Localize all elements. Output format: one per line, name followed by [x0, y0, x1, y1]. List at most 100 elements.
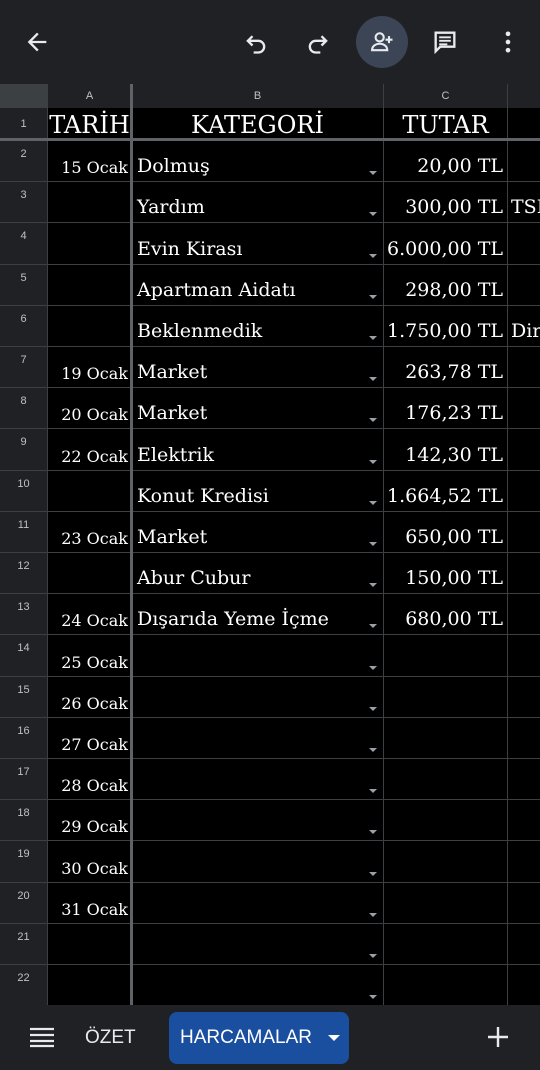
cell-a8[interactable]: 20 Ocak	[47, 388, 131, 429]
cell-b21[interactable]	[131, 923, 383, 964]
cell-c3[interactable]: 300,00 TL	[383, 182, 507, 223]
cell-c12[interactable]: 150,00 TL	[383, 553, 507, 594]
cell-b18[interactable]	[131, 800, 383, 841]
cell-c22[interactable]	[383, 965, 507, 1006]
cell-b2[interactable]: Dolmuş	[131, 141, 383, 182]
cell-d11[interactable]	[507, 511, 540, 552]
more-options-button[interactable]	[482, 16, 534, 68]
cell-b20[interactable]	[131, 882, 383, 923]
dropdown-arrow-icon[interactable]	[369, 789, 377, 794]
cell-a1[interactable]: TARİH	[47, 108, 131, 140]
row-number[interactable]: 3	[0, 182, 47, 223]
cell-d20[interactable]	[507, 882, 540, 923]
cell-a16[interactable]: 27 Ocak	[47, 717, 131, 758]
cell-c2[interactable]: 20,00 TL	[383, 141, 507, 182]
cell-d6[interactable]: Dir	[507, 305, 540, 346]
add-sheet-icon[interactable]	[484, 1023, 512, 1051]
cell-a11[interactable]: 23 Ocak	[47, 511, 131, 552]
cell-d21[interactable]	[507, 923, 540, 964]
row-number[interactable]: 16	[0, 717, 47, 758]
share-button[interactable]	[356, 16, 408, 68]
cell-d13[interactable]	[507, 594, 540, 635]
row-number[interactable]: 8	[0, 388, 47, 429]
cell-c13[interactable]: 680,00 TL	[383, 594, 507, 635]
cell-c14[interactable]	[383, 635, 507, 676]
cell-a10[interactable]	[47, 470, 131, 511]
dropdown-arrow-icon[interactable]	[369, 953, 377, 958]
chevron-down-icon[interactable]	[328, 1035, 340, 1041]
cell-b14[interactable]	[131, 635, 383, 676]
redo-button[interactable]	[292, 16, 344, 68]
cell-d18[interactable]	[507, 800, 540, 841]
cell-c7[interactable]: 263,78 TL	[383, 347, 507, 388]
cell-b19[interactable]	[131, 841, 383, 882]
cell-d5[interactable]	[507, 264, 540, 305]
dropdown-arrow-icon[interactable]	[369, 995, 377, 1000]
cell-c9[interactable]: 142,30 TL	[383, 429, 507, 470]
tab-ozet[interactable]: ÖZET	[85, 1005, 136, 1070]
cell-b13[interactable]: Dışarıda Yeme İçme	[131, 594, 383, 635]
dropdown-arrow-icon[interactable]	[369, 418, 377, 423]
row-number[interactable]: 14	[0, 635, 47, 676]
column-header-d[interactable]	[507, 84, 540, 108]
column-header-c[interactable]: C	[383, 84, 507, 108]
cell-c16[interactable]	[383, 717, 507, 758]
row-number[interactable]: 15	[0, 676, 47, 717]
row-number[interactable]: 11	[0, 511, 47, 552]
cell-c21[interactable]	[383, 923, 507, 964]
row-number[interactable]: 9	[0, 429, 47, 470]
cell-a17[interactable]: 28 Ocak	[47, 759, 131, 800]
cell-b16[interactable]	[131, 717, 383, 758]
cell-a4[interactable]	[47, 223, 131, 264]
frozen-row-divider[interactable]	[0, 138, 540, 141]
row-number[interactable]: 4	[0, 223, 47, 264]
cell-c1[interactable]: TUTAR	[383, 108, 507, 140]
cell-b3[interactable]: Yardım	[131, 182, 383, 223]
cell-d17[interactable]	[507, 759, 540, 800]
cell-a20[interactable]: 31 Ocak	[47, 882, 131, 923]
cell-c8[interactable]: 176,23 TL	[383, 388, 507, 429]
cell-b12[interactable]: Abur Cubur	[131, 553, 383, 594]
sheet-list-icon[interactable]	[28, 1025, 56, 1049]
cell-d14[interactable]	[507, 635, 540, 676]
cell-c15[interactable]	[383, 676, 507, 717]
row-number[interactable]: 19	[0, 841, 47, 882]
row-number[interactable]: 17	[0, 759, 47, 800]
cell-a3[interactable]	[47, 182, 131, 223]
dropdown-arrow-icon[interactable]	[369, 541, 377, 546]
cell-c11[interactable]: 650,00 TL	[383, 511, 507, 552]
dropdown-arrow-icon[interactable]	[369, 294, 377, 299]
cell-b22[interactable]	[131, 965, 383, 1006]
column-header-a[interactable]: A	[47, 84, 131, 108]
dropdown-arrow-icon[interactable]	[369, 500, 377, 505]
cell-c4[interactable]: 6.000,00 TL	[383, 223, 507, 264]
cell-b7[interactable]: Market	[131, 347, 383, 388]
cell-a18[interactable]: 29 Ocak	[47, 800, 131, 841]
cell-b11[interactable]: Market	[131, 511, 383, 552]
row-number[interactable]: 6	[0, 305, 47, 346]
cell-a9[interactable]: 22 Ocak	[47, 429, 131, 470]
cell-d12[interactable]	[507, 553, 540, 594]
dropdown-arrow-icon[interactable]	[369, 212, 377, 217]
row-number[interactable]: 7	[0, 347, 47, 388]
dropdown-arrow-icon[interactable]	[369, 583, 377, 588]
cell-a2[interactable]: 15 Ocak	[47, 141, 131, 182]
cell-d9[interactable]	[507, 429, 540, 470]
cell-c17[interactable]	[383, 759, 507, 800]
cell-d19[interactable]	[507, 841, 540, 882]
cell-b10[interactable]: Konut Kredisi	[131, 470, 383, 511]
dropdown-arrow-icon[interactable]	[369, 830, 377, 835]
cell-d7[interactable]	[507, 347, 540, 388]
dropdown-arrow-icon[interactable]	[369, 747, 377, 752]
cell-a21[interactable]	[47, 923, 131, 964]
select-all-corner[interactable]	[0, 84, 47, 108]
cell-d4[interactable]	[507, 223, 540, 264]
row-number[interactable]: 18	[0, 800, 47, 841]
cell-b6[interactable]: Beklenmedik	[131, 305, 383, 346]
cell-d15[interactable]	[507, 676, 540, 717]
row-number[interactable]: 20	[0, 882, 47, 923]
cell-a12[interactable]	[47, 553, 131, 594]
cell-c18[interactable]	[383, 800, 507, 841]
cell-b9[interactable]: Elektrik	[131, 429, 383, 470]
row-number[interactable]: 1	[0, 108, 47, 140]
